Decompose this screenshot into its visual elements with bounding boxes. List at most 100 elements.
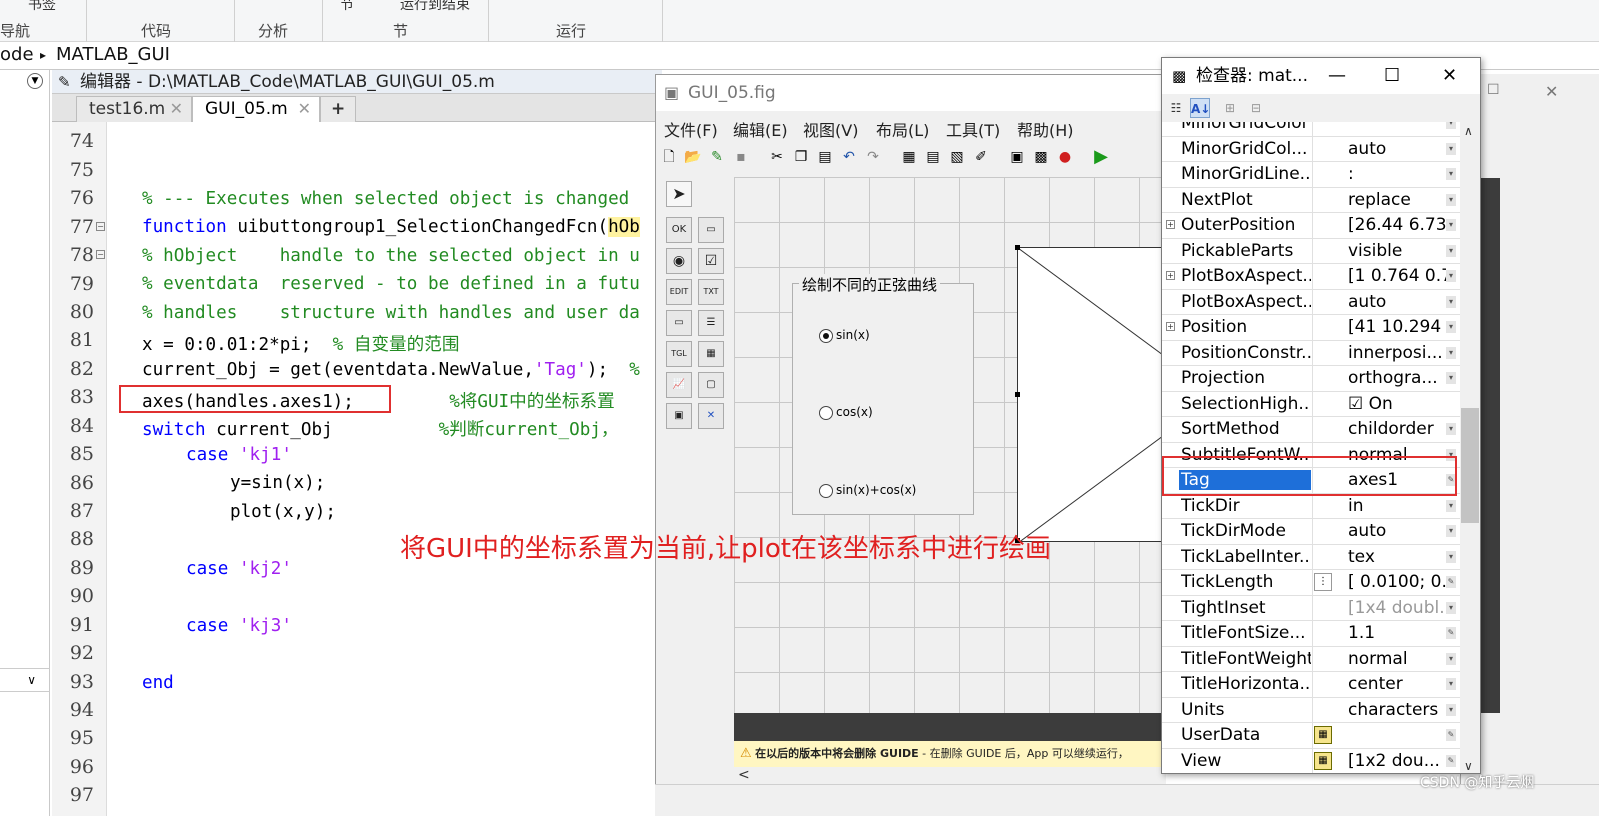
scroll-down-icon[interactable]: ∨ (1464, 759, 1473, 773)
property-value[interactable]: tex (1348, 547, 1446, 567)
slider-tool-icon[interactable]: ▭ (698, 217, 724, 243)
checkbox-icon[interactable]: ☑ (1348, 394, 1369, 414)
scrollbar-thumb[interactable] (1461, 408, 1479, 523)
align-icon[interactable]: ▦ (900, 148, 918, 166)
property-value[interactable]: ☑ On (1348, 394, 1446, 414)
property-value[interactable]: visible (1348, 241, 1446, 261)
dropdown-arrow-icon[interactable]: ▾ (1446, 423, 1456, 435)
static-text-tool[interactable]: TXT (698, 279, 724, 305)
property-value[interactable]: characters (1348, 700, 1446, 720)
toggle-tool[interactable]: TGL (666, 341, 692, 367)
property-value[interactable]: auto (1348, 292, 1446, 312)
property-value[interactable]: [41 10.294 5... (1348, 317, 1446, 337)
axes1-placeholder[interactable] (1015, 245, 1167, 543)
button-group-panel[interactable]: 绘制不同的正弦曲线 sin(x) cos(x) sin(x)+cos(x) (792, 274, 974, 515)
table-icon[interactable]: ▦ (1314, 726, 1332, 744)
chevron-down-icon[interactable]: ∨ (0, 668, 50, 692)
property-row[interactable]: MinorGridCol... auto ▾ (1162, 136, 1460, 162)
dropdown-arrow-icon[interactable]: ▾ (1446, 270, 1456, 282)
popup-menu-tool-icon[interactable]: ▭ (666, 310, 692, 336)
dropdown-arrow-icon[interactable]: ▾ (1446, 601, 1456, 614)
property-value[interactable]: in (1348, 496, 1446, 516)
radio-sin-plus-cos[interactable]: sin(x)+cos(x) (819, 483, 916, 498)
property-value[interactable]: replace (1348, 190, 1446, 210)
save-icon[interactable]: ▪ (732, 148, 750, 166)
scroll-left-icon[interactable]: < (738, 767, 750, 783)
property-row[interactable]: PositionConstr... innerposi... ▾ (1162, 340, 1460, 366)
maximize-icon[interactable]: ☐ (1384, 58, 1400, 94)
mfile-editor-icon[interactable]: ▣ (1008, 148, 1026, 166)
expand-icon[interactable]: + (1166, 271, 1175, 280)
object-browser-icon[interactable]: ● (1056, 148, 1074, 166)
tab-order-icon[interactable]: ▧ (948, 148, 966, 166)
property-value[interactable]: auto (1348, 139, 1446, 159)
property-row[interactable]: TitleHorizonta... center ▾ (1162, 672, 1460, 698)
property-row[interactable]: UserData ▦ ✎ (1162, 723, 1460, 749)
property-row[interactable]: TitleFontWeight normal ▾ (1162, 646, 1460, 672)
property-row[interactable]: Units characters ▾ (1162, 697, 1460, 723)
export-icon[interactable]: ✎ (708, 148, 726, 166)
property-value[interactable]: [ 0.0100; 0.0... (1348, 572, 1446, 592)
radio-cos[interactable]: cos(x) (819, 405, 873, 420)
dropdown-arrow-icon[interactable]: ▾ (1446, 499, 1456, 512)
property-value[interactable]: center (1348, 674, 1446, 694)
tab-gui05[interactable]: GUI_05.m ✕ (192, 96, 320, 122)
close-icon[interactable]: ✕ (170, 97, 183, 121)
menu-editor-icon[interactable]: ▤ (924, 148, 942, 166)
code-area[interactable]: % --- Executes when selected object is c… (108, 122, 658, 816)
property-row[interactable]: + Position [41 10.294 5...▾ (1162, 315, 1460, 341)
axes-tool-icon[interactable]: 📈 (666, 372, 692, 398)
property-value[interactable]: [1x4 doubl... (1348, 598, 1446, 618)
property-row[interactable]: TickLength ⋮ [ 0.0100; 0.0...✎ (1162, 570, 1460, 596)
expand-icon[interactable]: ⊞ (1220, 98, 1240, 118)
menu-view[interactable]: 视图(V) (803, 117, 858, 141)
dropdown-arrow-icon[interactable]: ▾ (1446, 142, 1456, 155)
radio-sin[interactable]: sin(x) (819, 328, 870, 343)
radiobutton-tool-icon[interactable]: ◉ (666, 248, 692, 274)
property-row[interactable]: PickableParts visible ▾ (1162, 238, 1460, 264)
property-row[interactable]: MinorGridLine...: ▾ (1162, 162, 1460, 188)
undo-icon[interactable]: ↶ (840, 148, 858, 166)
property-value[interactable]: : (1348, 164, 1446, 184)
property-row[interactable]: Projection orthogra... ▾ (1162, 366, 1460, 392)
property-value[interactable]: childorder (1348, 419, 1446, 439)
toolbar-editor-icon[interactable]: ✐ (972, 148, 990, 166)
property-row[interactable]: + OuterPosition [26.44 6.735...▾ (1162, 213, 1460, 239)
pencil-icon[interactable]: ✎ (1446, 576, 1456, 588)
buttongroup-tool-icon[interactable]: ▣ (666, 403, 692, 429)
dropdown-arrow-icon[interactable]: ▾ (1446, 652, 1456, 665)
minimize-icon[interactable]: — (1328, 58, 1346, 94)
property-row[interactable]: TightInset [1x4 doubl... ▾ (1162, 595, 1460, 621)
dropdown-arrow-icon[interactable]: ▾ (1446, 372, 1456, 384)
tab-test16[interactable]: test16.m ✕ (76, 96, 192, 122)
dropdown-arrow-icon[interactable]: ▾ (1446, 244, 1456, 257)
pencil-icon[interactable]: ✎ (1446, 729, 1456, 741)
property-value[interactable]: auto (1348, 521, 1446, 541)
address-folder[interactable]: MATLAB_GUI (56, 42, 170, 68)
property-value[interactable]: innerposi... (1348, 343, 1446, 363)
dropdown-arrow-icon[interactable]: ▾ (1446, 219, 1456, 231)
property-value[interactable]: [1x2 dou... (1348, 751, 1446, 771)
pushbutton-tool[interactable]: OK (666, 217, 692, 243)
table-icon[interactable]: ▦ (1314, 751, 1332, 770)
property-value[interactable]: [1 0.764 0.7... (1348, 266, 1446, 286)
section-button[interactable]: 节 (340, 0, 354, 14)
property-row[interactable]: MinorGridColor ▾ (1162, 122, 1460, 137)
scroll-up-icon[interactable]: ∧ (1464, 124, 1473, 138)
dropdown-arrow-icon[interactable]: ▾ (1446, 525, 1456, 537)
dropdown-arrow-icon[interactable]: ▾ (1446, 122, 1456, 129)
menu-edit[interactable]: 编辑(E) (733, 117, 788, 141)
property-value[interactable]: normal (1348, 649, 1446, 669)
property-row[interactable]: PlotBoxAspect... auto ▾ (1162, 289, 1460, 315)
property-row[interactable]: NextPlot replace ▾ (1162, 187, 1460, 213)
dropdown-arrow-icon[interactable]: ▾ (1446, 193, 1456, 206)
dropdown-arrow-icon[interactable]: ▾ (1446, 703, 1456, 716)
property-row[interactable]: SortMethod childorder ▾ (1162, 417, 1460, 443)
cut-icon[interactable]: ✂ (768, 148, 786, 166)
maximize-icon[interactable]: ☐ (1487, 82, 1500, 98)
property-value[interactable]: 1.1 (1348, 623, 1446, 643)
bookmark-button[interactable]: 书签 (28, 0, 56, 14)
run-icon[interactable]: ▶ (1092, 148, 1110, 166)
dropdown-arrow-icon[interactable]: ▾ (1446, 346, 1456, 359)
collapse-icon[interactable]: ⊟ (1246, 98, 1266, 118)
